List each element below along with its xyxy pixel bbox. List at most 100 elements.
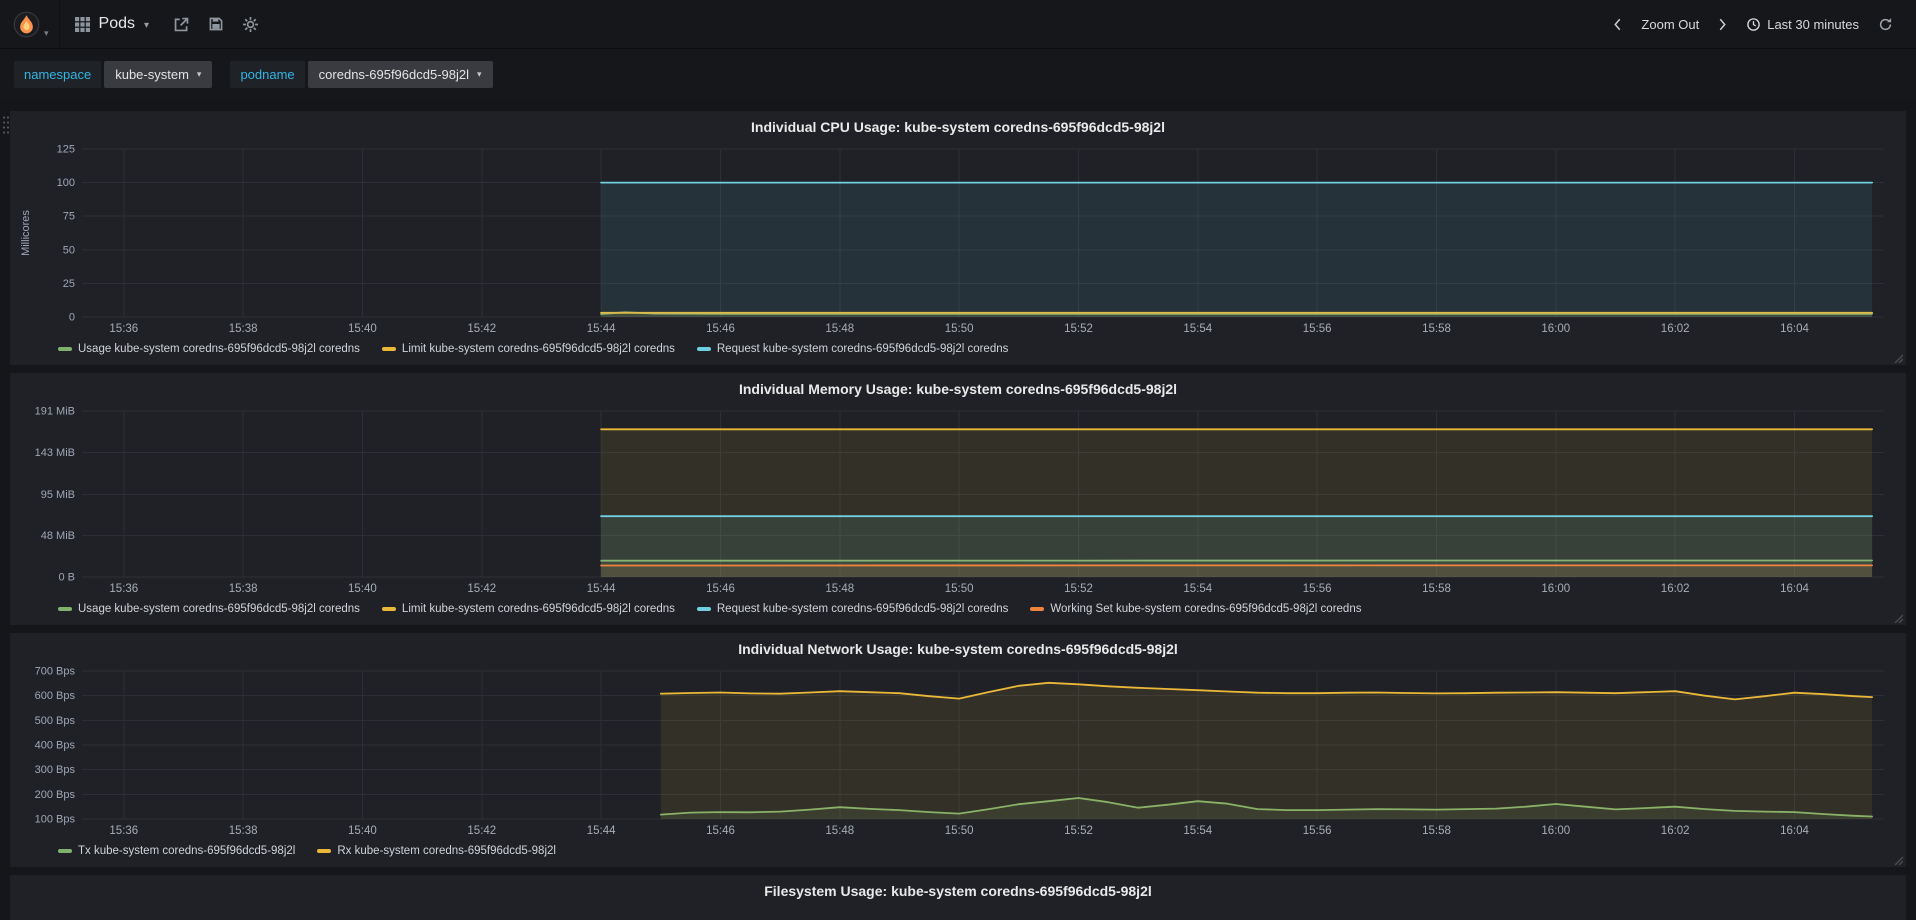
svg-text:100 Bps: 100 Bps bbox=[35, 814, 76, 826]
legend-series-label: Tx kube-system coredns-695f96dcd5-98j2l bbox=[78, 845, 296, 857]
legend-item-tx[interactable]: Tx kube-system coredns-695f96dcd5-98j2l bbox=[58, 845, 295, 857]
settings-button[interactable] bbox=[233, 0, 268, 48]
legend-item-request[interactable]: Request kube-system coredns-695f96dcd5-9… bbox=[696, 603, 1009, 615]
panel-filesystem-usage: Filesystem Usage: kube-system coredns-69… bbox=[10, 875, 1906, 920]
svg-text:125: 125 bbox=[57, 144, 75, 156]
legend-series-color-icon bbox=[58, 607, 72, 611]
caret-down-icon: ▾ bbox=[477, 68, 482, 79]
legend-series-color-icon bbox=[696, 347, 711, 351]
legend-series-label: Limit kube-system coredns-695f96dcd5-98j… bbox=[401, 603, 675, 615]
svg-text:16:04: 16:04 bbox=[1780, 583, 1809, 595]
svg-text:15:42: 15:42 bbox=[467, 323, 496, 335]
variable-value-namespace: kube-system bbox=[115, 66, 189, 82]
network-usage-graph[interactable]: 15:36 15:38 15:40 15:42 15:44 15:46 15:48 15:50… bbox=[18, 661, 1898, 839]
svg-text:200 Bps: 200 Bps bbox=[35, 789, 76, 801]
svg-text:15:40: 15:40 bbox=[348, 825, 377, 837]
row-drag-handle-icon[interactable] bbox=[2, 115, 10, 135]
svg-text:300 Bps: 300 Bps bbox=[35, 764, 76, 776]
legend-item-usage[interactable]: Usage kube-system coredns-695f96dcd5-98j… bbox=[58, 603, 360, 615]
legend-item-rx[interactable]: Rx kube-system coredns-695f96dcd5-98j2l bbox=[317, 845, 556, 857]
svg-text:15:42: 15:42 bbox=[467, 825, 496, 837]
save-icon bbox=[208, 16, 224, 32]
panel-resize-handle-icon[interactable] bbox=[1893, 353, 1904, 364]
svg-text:16:02: 16:02 bbox=[1661, 323, 1690, 335]
svg-text:15:56: 15:56 bbox=[1303, 583, 1332, 595]
svg-text:16:02: 16:02 bbox=[1661, 583, 1690, 595]
svg-text:16:02: 16:02 bbox=[1661, 825, 1690, 837]
dashboard-picker[interactable]: Pods ▾ bbox=[60, 0, 165, 48]
legend-series-label: Request kube-system coredns-695f96dcd5-9… bbox=[716, 343, 1009, 355]
svg-text:191 MiB: 191 MiB bbox=[35, 406, 75, 418]
panel-resize-handle-icon[interactable] bbox=[1893, 855, 1904, 866]
time-range-button[interactable]: Last 30 minutes bbox=[1738, 11, 1867, 38]
clock-icon bbox=[1746, 17, 1761, 32]
template-variables-bar: namespace kube-system ▾ podname coredns-… bbox=[0, 49, 1916, 99]
svg-text:15:36: 15:36 bbox=[109, 583, 138, 595]
share-button[interactable] bbox=[164, 0, 199, 48]
legend-item-usage[interactable]: Usage kube-system coredns-695f96dcd5-98j… bbox=[58, 343, 360, 355]
legend-series-label: Request kube-system coredns-695f96dcd5-9… bbox=[716, 603, 1009, 615]
refresh-button[interactable] bbox=[1869, 17, 1902, 32]
dashboard-title: Pods bbox=[98, 15, 135, 32]
panel-network-usage: Individual Network Usage: kube-system co… bbox=[10, 633, 1906, 867]
svg-text:15:56: 15:56 bbox=[1303, 323, 1332, 335]
panel-resize-handle-icon[interactable] bbox=[1893, 613, 1904, 624]
legend-item-working-set[interactable]: Working Set kube-system coredns-695f96dc… bbox=[1030, 603, 1361, 615]
panel-title-network[interactable]: Individual Network Usage: kube-system co… bbox=[18, 635, 1898, 661]
legend-item-limit[interactable]: Limit kube-system coredns-695f96dcd5-98j… bbox=[381, 343, 675, 355]
svg-text:15:38: 15:38 bbox=[229, 825, 258, 837]
svg-text:400 Bps: 400 Bps bbox=[35, 740, 76, 752]
panel-memory-usage: Individual Memory Usage: kube-system cor… bbox=[10, 373, 1906, 625]
legend-series-label: Usage kube-system coredns-695f96dcd5-98j… bbox=[78, 603, 360, 615]
svg-text:15:52: 15:52 bbox=[1064, 583, 1093, 595]
svg-text:95 MiB: 95 MiB bbox=[41, 489, 75, 501]
legend-series-color-icon bbox=[58, 849, 72, 853]
memory-graph-legend: Usage kube-system coredns-695f96dcd5-98j… bbox=[18, 597, 1898, 621]
svg-text:15:54: 15:54 bbox=[1183, 323, 1212, 335]
svg-text:15:56: 15:56 bbox=[1303, 825, 1332, 837]
svg-text:50: 50 bbox=[63, 244, 75, 256]
legend-item-request[interactable]: Request kube-system coredns-695f96dcd5-9… bbox=[696, 343, 1009, 355]
grafana-logo[interactable]: ▾ bbox=[0, 0, 60, 48]
time-forward-button[interactable] bbox=[1709, 17, 1736, 32]
svg-text:15:44: 15:44 bbox=[587, 825, 616, 837]
variable-label-namespace: namespace bbox=[14, 60, 102, 88]
svg-text:0: 0 bbox=[69, 312, 75, 324]
panel-title-memory[interactable]: Individual Memory Usage: kube-system cor… bbox=[18, 375, 1898, 401]
variable-value-namespace-dropdown[interactable]: kube-system ▾ bbox=[104, 60, 213, 88]
svg-text:75: 75 bbox=[63, 211, 75, 223]
svg-text:16:00: 16:00 bbox=[1541, 583, 1570, 595]
save-button[interactable] bbox=[199, 0, 233, 48]
gear-icon bbox=[242, 16, 259, 33]
caret-down-icon: ▾ bbox=[196, 68, 202, 79]
filesystem-usage-graph[interactable] bbox=[18, 903, 1898, 920]
chevron-right-icon bbox=[1718, 17, 1727, 32]
svg-text:15:54: 15:54 bbox=[1183, 583, 1212, 595]
legend-series-label: Limit kube-system coredns-695f96dcd5-98j… bbox=[401, 343, 675, 355]
svg-text:16:00: 16:00 bbox=[1541, 323, 1570, 335]
svg-text:15:48: 15:48 bbox=[825, 825, 854, 837]
cpu-graph-legend: Usage kube-system coredns-695f96dcd5-98j… bbox=[18, 337, 1898, 361]
legend-item-limit[interactable]: Limit kube-system coredns-695f96dcd5-98j… bbox=[381, 603, 675, 615]
legend-series-label: Working Set kube-system coredns-695f96dc… bbox=[1050, 603, 1362, 615]
zoom-out-button[interactable]: Zoom Out bbox=[1633, 11, 1707, 38]
svg-text:15:44: 15:44 bbox=[587, 323, 616, 335]
legend-series-color-icon bbox=[381, 347, 396, 351]
legend-series-label: Usage kube-system coredns-695f96dcd5-98j… bbox=[78, 343, 360, 355]
panel-title-cpu[interactable]: Individual CPU Usage: kube-system coredn… bbox=[18, 113, 1898, 139]
panel-cpu-usage: Individual CPU Usage: kube-system coredn… bbox=[10, 111, 1906, 365]
svg-text:15:54: 15:54 bbox=[1183, 825, 1212, 837]
time-back-button[interactable] bbox=[1604, 17, 1631, 32]
navbar: ▾ Pods ▾ Zoom Out Last 30 minutes bbox=[0, 0, 1916, 49]
variable-value-podname-dropdown[interactable]: coredns-695f96dcd5-98j2l ▾ bbox=[307, 60, 493, 88]
svg-text:15:48: 15:48 bbox=[825, 323, 854, 335]
svg-text:15:52: 15:52 bbox=[1064, 825, 1093, 837]
cpu-usage-graph[interactable]: 15:36 15:38 15:40 15:42 15:44 15:46 15:48 15:50… bbox=[18, 139, 1898, 337]
memory-usage-graph[interactable]: 15:36 15:38 15:40 15:42 15:44 15:46 15:48 15:50… bbox=[18, 401, 1898, 597]
svg-text:16:04: 16:04 bbox=[1780, 825, 1809, 837]
legend-series-color-icon bbox=[696, 607, 711, 611]
refresh-icon bbox=[1878, 17, 1893, 32]
panel-title-filesystem[interactable]: Filesystem Usage: kube-system coredns-69… bbox=[18, 877, 1898, 903]
svg-text:25: 25 bbox=[63, 278, 75, 290]
svg-text:48 MiB: 48 MiB bbox=[41, 530, 75, 542]
